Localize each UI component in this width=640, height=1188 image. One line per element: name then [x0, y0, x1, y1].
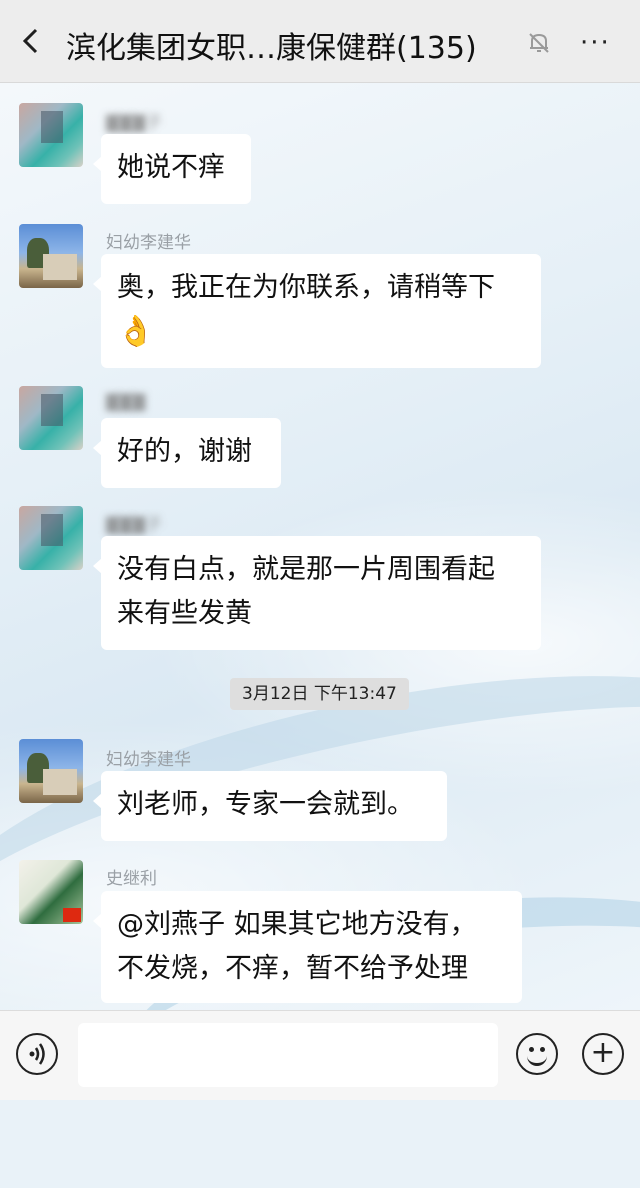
message-text: 没有白点，就是那一片周围看起 [117, 554, 495, 585]
sender-name: 史继利 [106, 869, 157, 889]
message-text: 好的，谢谢 [117, 436, 252, 467]
avatar[interactable] [19, 386, 83, 450]
sender-name: 妇幼李建华 [106, 750, 191, 770]
message-bubble[interactable]: 没有白点，就是那一片周围看起 来有些发黄 [93, 536, 541, 650]
avatar[interactable] [19, 103, 83, 167]
message-text: @刘燕子 如果其它地方没有， [117, 909, 477, 940]
message-text: 不发烧，不痒，暂不给予处理 [117, 953, 468, 984]
chat-title: 滨化集团女职…康保健群(135) [66, 31, 477, 66]
smile-icon[interactable] [516, 1033, 558, 1075]
message-bubble[interactable]: 好的，谢谢 [93, 418, 281, 488]
message-bubble[interactable]: 刘老师，专家一会就到。 [93, 771, 447, 841]
message-text: 刘老师，专家一会就到。 [117, 789, 414, 820]
plus-icon[interactable]: + [582, 1033, 624, 1075]
message-text: 她说不痒 [117, 152, 225, 183]
avatar[interactable] [19, 224, 83, 288]
message-bubble[interactable]: 奥，我正在为你联系，请稍等下 👌 [93, 254, 541, 368]
sender-name: ▇▇▇子 [106, 515, 163, 535]
message-input[interactable] [78, 1023, 498, 1087]
sender-name: ▇▇▇子 [106, 113, 163, 133]
back-icon[interactable] [18, 26, 46, 56]
chat-header: 滨化集团女职…康保健群(135) ··· [0, 0, 640, 83]
message-bubble[interactable]: @刘燕子 如果其它地方没有， 不发烧，不痒，暂不给予处理 [93, 891, 522, 1003]
avatar[interactable] [19, 860, 83, 924]
message-text: 奥，我正在为你联系，请稍等下 [117, 272, 495, 303]
voice-icon[interactable] [16, 1033, 58, 1075]
message-text: 来有些发黄 [117, 598, 252, 629]
avatar[interactable] [19, 506, 83, 570]
timestamp: 3月12日 下午13:47 [230, 678, 409, 710]
sender-name: 妇幼李建华 [106, 233, 191, 253]
bell-off-icon [526, 30, 552, 56]
more-options-icon[interactable]: ··· [580, 28, 611, 58]
ok-hand-emoji: 👌 [117, 314, 155, 349]
sender-name: ▇▇▇ [106, 392, 146, 412]
message-bubble[interactable]: 她说不痒 [93, 134, 251, 204]
avatar[interactable] [19, 739, 83, 803]
input-bar: + [0, 1010, 640, 1100]
